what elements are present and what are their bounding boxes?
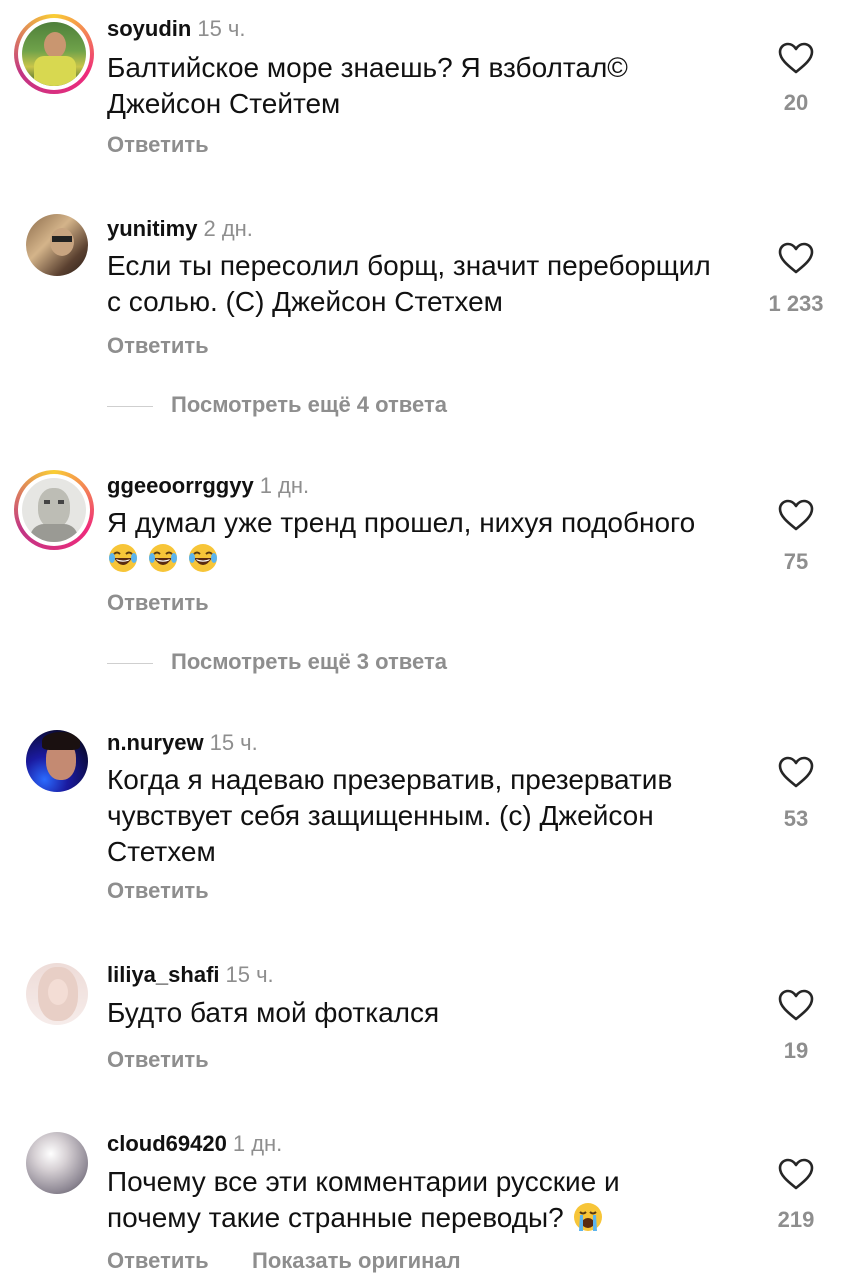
- timestamp: 15 ч.: [225, 962, 274, 987]
- comment-line: Когда я надеваю презерватив, презерватив: [107, 764, 673, 795]
- avatar[interactable]: [26, 730, 88, 792]
- comment-line: с солью. (С) Джейсон Стетхем: [107, 286, 503, 317]
- reply-button[interactable]: Ответить: [107, 590, 209, 616]
- heart-icon[interactable]: [778, 242, 814, 274]
- reply-button[interactable]: Ответить: [107, 132, 209, 158]
- comment-line-with-emoji: почему такие странные переводы?: [107, 1200, 747, 1236]
- comment-meta: n.nuryew 15 ч.: [107, 730, 258, 756]
- comment-text: Будто батя мой фоткался: [107, 995, 747, 1031]
- face-with-tears-of-joy-icon: [187, 542, 219, 574]
- show-original-button[interactable]: Показать оригинал: [252, 1248, 461, 1274]
- timestamp: 1 дн.: [259, 473, 310, 498]
- comment-line: Джейсон Стейтем: [107, 88, 341, 119]
- like-count[interactable]: 219: [746, 1207, 846, 1233]
- like-count[interactable]: 75: [746, 549, 846, 575]
- timestamp: 15 ч.: [197, 16, 246, 41]
- loudly-crying-face-icon: [572, 1201, 604, 1233]
- avatar[interactable]: [26, 963, 88, 1025]
- heart-icon[interactable]: [778, 1158, 814, 1190]
- like-count[interactable]: 19: [746, 1038, 846, 1064]
- timestamp: 1 дн.: [232, 1131, 283, 1156]
- comment-text: Почему все эти комментарии русские и поч…: [107, 1164, 747, 1236]
- like-count[interactable]: 53: [746, 806, 846, 832]
- comment-line: Почему все эти комментарии русские и: [107, 1166, 620, 1197]
- reply-button[interactable]: Ответить: [107, 1047, 209, 1073]
- comment-text: Если ты пересолил борщ, значит переборщи…: [107, 248, 747, 320]
- comment-text: Балтийское море знаешь? Я взболтал© Джей…: [107, 50, 747, 122]
- comment-text: Когда я надеваю презерватив, презерватив…: [107, 762, 747, 870]
- heart-icon[interactable]: [778, 756, 814, 788]
- divider-line: [107, 406, 153, 407]
- avatar[interactable]: [26, 214, 88, 276]
- username[interactable]: liliya_shafi: [107, 962, 220, 987]
- comment-line: почему такие странные переводы?: [107, 1202, 564, 1233]
- heart-icon[interactable]: [778, 499, 814, 531]
- comment-line: Стетхем: [107, 836, 216, 867]
- comment-meta: liliya_shafi 15 ч.: [107, 962, 274, 988]
- like-count[interactable]: 20: [746, 90, 846, 116]
- comment-meta: cloud69420 1 дн.: [107, 1131, 282, 1157]
- comment-text: Я думал уже тренд прошел, нихуя подобног…: [107, 505, 747, 577]
- username[interactable]: ggeeoorrggyy: [107, 473, 254, 498]
- like-count[interactable]: 1 233: [746, 291, 846, 317]
- avatar[interactable]: [14, 470, 94, 550]
- username[interactable]: soyudin: [107, 16, 191, 41]
- comment-line: Балтийское море знаешь? Я взболтал©: [107, 52, 628, 83]
- timestamp: 2 дн.: [203, 216, 253, 241]
- heart-icon[interactable]: [778, 42, 814, 74]
- comment-emoji-line: [107, 541, 747, 577]
- comment-line: Я думал уже тренд прошел, нихуя подобног…: [107, 507, 696, 538]
- face-with-tears-of-joy-icon: [107, 542, 139, 574]
- view-more-replies-label: Посмотреть ещё 4 ответа: [171, 392, 447, 417]
- comment-line: Будто батя мой фоткался: [107, 997, 440, 1028]
- username[interactable]: cloud69420: [107, 1131, 227, 1156]
- avatar[interactable]: [26, 1132, 88, 1194]
- reply-button[interactable]: Ответить: [107, 333, 209, 359]
- reply-button[interactable]: Ответить: [107, 878, 209, 904]
- face-with-tears-of-joy-icon: [147, 542, 179, 574]
- comment-line: Если ты пересолил борщ, значит переборщи…: [107, 250, 711, 281]
- comment-meta: yunitimy 2 дн.: [107, 216, 253, 242]
- comment-meta: ggeeoorrggyy 1 дн.: [107, 473, 309, 499]
- heart-icon[interactable]: [778, 989, 814, 1021]
- view-more-replies-label: Посмотреть ещё 3 ответа: [171, 649, 447, 674]
- timestamp: 15 ч.: [209, 730, 258, 755]
- username[interactable]: yunitimy: [107, 216, 197, 241]
- divider-line: [107, 663, 153, 664]
- avatar[interactable]: [14, 14, 94, 94]
- reply-button[interactable]: Ответить: [107, 1248, 209, 1274]
- username[interactable]: n.nuryew: [107, 730, 204, 755]
- comment-meta: soyudin 15 ч.: [107, 16, 246, 42]
- comment-line: чувствует себя защищенным. (с) Джейсон: [107, 800, 654, 831]
